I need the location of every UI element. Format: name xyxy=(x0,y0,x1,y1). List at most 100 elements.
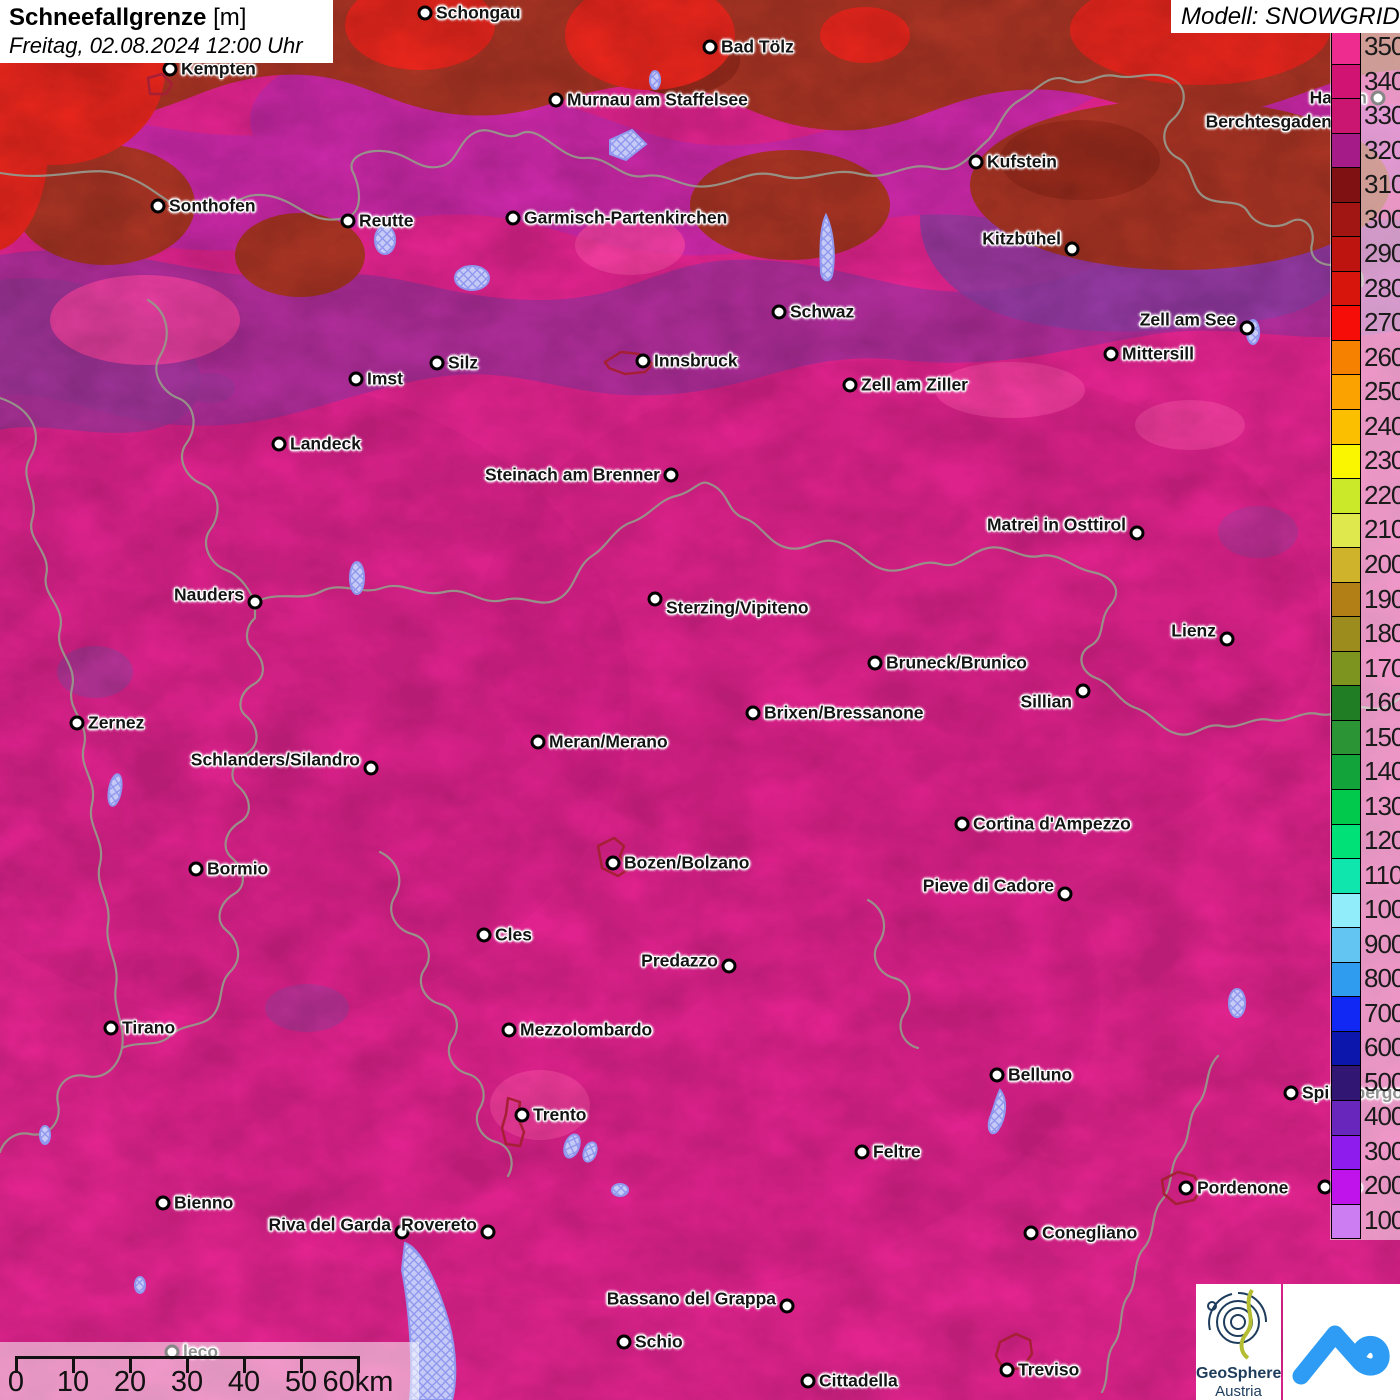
city-dot-kitzb-hel xyxy=(1064,241,1080,257)
city-label-sonthofen: Sonthofen xyxy=(169,195,256,216)
colorbar-value-700: 700 xyxy=(1364,997,1400,1028)
colorbar-value-1800: 1800 xyxy=(1364,618,1400,649)
colorbar-value-2400: 2400 xyxy=(1364,410,1400,441)
city-dot-tirano xyxy=(103,1020,119,1036)
city-dot-schwaz xyxy=(771,304,787,320)
city-label-nauders: Nauders xyxy=(173,584,244,605)
colorbar-segment-600 xyxy=(1332,1030,1360,1066)
city-label-mezzolombardo: Mezzolombardo xyxy=(520,1019,653,1040)
city-label-cortina-d-ampezzo: Cortina d'Ampezzo xyxy=(973,813,1131,834)
colorbar-value-3300: 3300 xyxy=(1364,100,1400,131)
city-label-murnau-am-staffelsee: Murnau am Staffelsee xyxy=(567,89,748,110)
map-datetime: Freitag, 02.08.2024 12:00 Uhr xyxy=(9,33,303,58)
colorbar-segment-300 xyxy=(1332,1134,1360,1170)
city-label-trento: Trento xyxy=(533,1104,587,1125)
city-dot-matrei-in-osttirol xyxy=(1129,525,1145,541)
city-label-innsbruck: Innsbruck xyxy=(654,350,738,371)
colorbar-value-3500: 3500 xyxy=(1364,31,1400,62)
city-dot-bruneck-brunico xyxy=(867,655,883,671)
map-title: Schneefallgrenze [m] xyxy=(9,4,333,32)
city-label-zell-am-ziller: Zell am Ziller xyxy=(861,374,968,395)
city-dot-innsbruck xyxy=(635,353,651,369)
colorbar-segment-3200 xyxy=(1332,132,1360,168)
city-label-cles: Cles xyxy=(495,924,532,945)
colorbar-value-2000: 2000 xyxy=(1364,548,1400,579)
colorbar-segment-500 xyxy=(1332,1065,1360,1100)
colorbar-segment-1100 xyxy=(1332,858,1360,893)
city-label-steinach-am-brenner: Steinach am Brenner xyxy=(484,464,660,485)
city-label-bozen-bolzano: Bozen/Bolzano xyxy=(624,852,750,873)
city-dot-mittersill xyxy=(1103,346,1119,362)
city-label-berchtesgaden: Berchtesgaden xyxy=(1205,111,1332,132)
city-dot-bormio xyxy=(188,861,204,877)
city-dot-conegliano xyxy=(1023,1225,1039,1241)
colorbar-cells xyxy=(1331,29,1361,1239)
city-dot-trento xyxy=(514,1107,530,1123)
city-layer: Schongau Bad Tölz Kempten Murnau am Staffel… xyxy=(0,0,1400,1400)
colorbar-segment-2300 xyxy=(1332,443,1360,479)
colorbar-segment-100 xyxy=(1332,1203,1360,1239)
city-dot-brixen-bressanone xyxy=(745,705,761,721)
city-label-feltre: Feltre xyxy=(873,1141,921,1162)
colorbar-value-1500: 1500 xyxy=(1364,721,1400,752)
city-label-rovereto: Rovereto xyxy=(401,1214,477,1235)
city-dot-cittadella xyxy=(800,1373,816,1389)
colorbar-value-1400: 1400 xyxy=(1364,756,1400,787)
colorbar-segment-400 xyxy=(1332,1099,1360,1135)
colorbar-segment-1600 xyxy=(1332,685,1360,720)
city-label-conegliano: Conegliano xyxy=(1042,1222,1138,1243)
city-label-pordenone: Pordenone xyxy=(1197,1177,1289,1198)
city-dot-belluno xyxy=(989,1067,1005,1083)
colorbar-segment-3100 xyxy=(1332,167,1360,202)
colorbar-value-1300: 1300 xyxy=(1364,790,1400,821)
city-dot-spilimbergo xyxy=(1283,1085,1299,1101)
city-label-cittadella: Cittadella xyxy=(819,1370,898,1391)
mountain-arrow-logo-icon xyxy=(1292,1325,1390,1385)
colorbar-value-3200: 3200 xyxy=(1364,134,1400,165)
colorbar-segment-2000 xyxy=(1332,547,1360,582)
city-label-schongau: Schongau xyxy=(436,2,521,23)
city-dot-meran-merano xyxy=(530,734,546,750)
colorbar-value-3400: 3400 xyxy=(1364,65,1400,96)
city-dot-feltre xyxy=(854,1144,870,1160)
colorbar-segment-3400 xyxy=(1332,63,1360,99)
colorbar-segment-1200 xyxy=(1332,823,1360,859)
colorbar-segment-1400 xyxy=(1332,754,1360,790)
city-label-brixen-bressanone: Brixen/Bressanone xyxy=(764,702,924,723)
city-label-kufstein: Kufstein xyxy=(987,151,1057,172)
colorbar-segment-1500 xyxy=(1332,719,1360,755)
geosphere-org-text: GeoSphere xyxy=(1196,1365,1282,1382)
colorbar-value-2700: 2700 xyxy=(1364,307,1400,338)
colorbar-segment-2200 xyxy=(1332,478,1360,513)
colorbar-value-100: 100 xyxy=(1364,1204,1400,1235)
snowgrid-map-screenshot: Schongau Bad Tölz Kempten Murnau am Staffel… xyxy=(0,0,1400,1400)
colorbar-value-1900: 1900 xyxy=(1364,583,1400,614)
city-dot-kufstein xyxy=(968,154,984,170)
colorbar-value-3000: 3000 xyxy=(1364,203,1400,234)
colorbar-value-2100: 2100 xyxy=(1364,514,1400,545)
title-text: Schneefallgrenze xyxy=(9,4,207,31)
city-dot-lienz xyxy=(1219,631,1235,647)
colorbar-segment-2700 xyxy=(1332,305,1360,340)
geosphere-logo-box: GeoSphere Austria xyxy=(1196,1284,1281,1400)
city-dot-predazzo xyxy=(721,958,737,974)
city-label-silz: Silz xyxy=(448,352,479,373)
colorbar-value-2500: 2500 xyxy=(1364,376,1400,407)
colorbar-value-1200: 1200 xyxy=(1364,825,1400,856)
city-dot-schlanders-silandro xyxy=(363,760,379,776)
colorbar-segment-200 xyxy=(1332,1169,1360,1204)
city-label-reutte: Reutte xyxy=(359,210,414,231)
colorbar-value-2800: 2800 xyxy=(1364,272,1400,303)
colorbar-value-900: 900 xyxy=(1364,928,1400,959)
city-label-schio: Schio xyxy=(635,1331,683,1352)
city-dot-imst xyxy=(348,371,364,387)
colorbar-segment-3300 xyxy=(1332,98,1360,133)
city-label-sterzing-vipiteno: Sterzing/Vipiteno xyxy=(666,597,809,618)
city-dot-sonthofen xyxy=(150,198,166,214)
city-label-meran-merano: Meran/Merano xyxy=(549,731,668,752)
colorbar-segment-1900 xyxy=(1332,581,1360,617)
city-label-schwaz: Schwaz xyxy=(790,301,855,322)
city-label-sillian: Sillian xyxy=(1020,691,1072,712)
geosphere-country-text: Austria xyxy=(1215,1383,1262,1400)
city-dot-pordenone xyxy=(1178,1180,1194,1196)
